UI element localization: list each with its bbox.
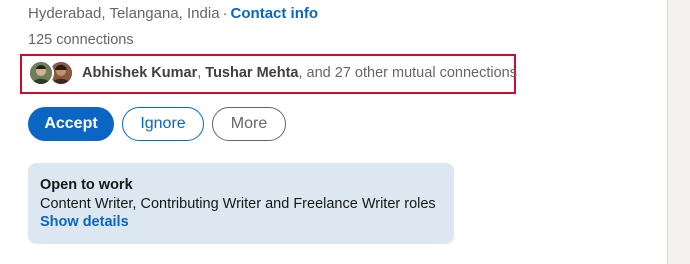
profile-card: Hyderabad, Telangana, India · Contact info… bbox=[0, 0, 668, 264]
contact-info-link[interactable]: Contact info bbox=[231, 5, 319, 22]
show-details-link[interactable]: Show details bbox=[40, 214, 129, 230]
accept-button[interactable]: Accept bbox=[28, 107, 114, 141]
separator-dot: · bbox=[222, 5, 228, 22]
person-avatar-icon bbox=[30, 62, 52, 84]
mutual-avatars[interactable] bbox=[28, 60, 76, 88]
mutual-rest: , and 27 other mutual connections bbox=[298, 65, 517, 81]
open-to-work-card: Open to work Content Writer, Contributin… bbox=[28, 163, 454, 244]
ignore-button[interactable]: Ignore bbox=[122, 107, 204, 141]
location-text: Hyderabad, Telangana, India bbox=[28, 5, 220, 22]
mutual-connections-text[interactable]: Abhishek Kumar, Tushar Mehta, and 27 oth… bbox=[82, 65, 517, 81]
more-button[interactable]: More bbox=[212, 107, 286, 141]
mutual-name-2[interactable]: Tushar Mehta bbox=[205, 65, 298, 81]
location-line: Hyderabad, Telangana, India · Contact info bbox=[28, 5, 318, 22]
mutual-name-1[interactable]: Abhishek Kumar bbox=[82, 65, 197, 81]
open-to-work-title: Open to work bbox=[40, 177, 133, 193]
mutual-comma: , bbox=[197, 65, 202, 81]
open-to-work-roles: Content Writer, Contributing Writer and … bbox=[40, 196, 436, 212]
avatar bbox=[28, 60, 54, 86]
connections-count[interactable]: 125 connections bbox=[28, 32, 134, 48]
mutual-connections-highlight: Abhishek Kumar, Tushar Mehta, and 27 oth… bbox=[20, 54, 517, 94]
